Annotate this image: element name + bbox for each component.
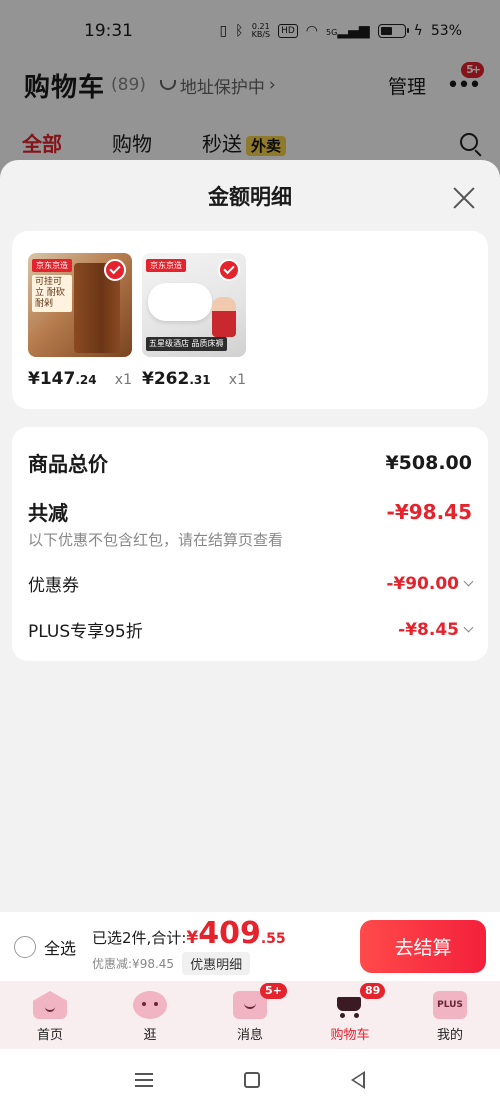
check-icon (104, 259, 126, 281)
chevron-down-icon (463, 622, 474, 633)
product-item[interactable]: 京东京造 五星级酒店 品质床褥 ¥262 .31 x1 (142, 253, 246, 389)
price-breakdown: 商品总价 ¥508.00 共减 -¥98.45 以下优惠不包含红包，请在结算页查… (12, 427, 488, 661)
total-price-value: ¥508.00 (385, 451, 472, 474)
plus-discount-row[interactable]: PLUS专享95折 -¥8.45 (28, 617, 474, 642)
discount-detail-button[interactable]: 优惠明细 (182, 951, 251, 975)
bottom-tab-bar: 首页 逛 5+ 消息 89 购物车 PLUS 我的 (0, 981, 500, 1049)
coupon-value: -¥90.00 (386, 573, 459, 594)
chevron-down-icon (463, 576, 474, 587)
cart-badge: 89 (360, 983, 386, 999)
selected-count-text: 已选2件,合计: (92, 928, 187, 947)
tabbar-label: 我的 (436, 1028, 463, 1043)
model-graphic (212, 297, 236, 337)
product-quantity: x1 (114, 372, 132, 388)
amount-detail-sheet: 金额明细 京东京造 可挂可立 耐砍耐剁 ¥147 .24 x1 京东京造 五星级… (0, 160, 500, 912)
tabbar-cart[interactable]: 89 购物车 (300, 981, 400, 1049)
product-price-decimal: .31 (189, 373, 211, 387)
total-line: 已选2件,合计: ¥ 409 .55 (92, 915, 286, 951)
brand-tag: 京东京造 (32, 259, 72, 272)
quilt-graphic (148, 283, 212, 321)
tabbar-label: 首页 (36, 1028, 63, 1043)
coupon-row[interactable]: 优惠券 -¥90.00 (28, 571, 474, 596)
product-quantity: x1 (228, 372, 246, 388)
select-all-label[interactable]: 全选 (44, 935, 76, 959)
brand-tag: 京东京造 (146, 259, 186, 272)
total-amount: 409 (198, 915, 261, 951)
browse-icon (133, 991, 167, 1019)
message-badge: 5+ (260, 983, 287, 999)
plus-discount-label: PLUS专享95折 (28, 622, 143, 642)
product-image-text: 可挂可立 耐砍耐剁 (32, 275, 72, 312)
product-price: ¥147 (28, 369, 76, 389)
total-discount-row: 共减 -¥98.45 (28, 497, 472, 526)
plus-discount-value: -¥8.45 (398, 619, 459, 640)
tabbar-label: 消息 (236, 1028, 263, 1043)
coupon-label: 优惠券 (28, 576, 79, 596)
total-currency: ¥ (186, 927, 199, 948)
checkout-button[interactable]: 去结算 (360, 920, 486, 973)
select-all-checkbox[interactable] (14, 935, 36, 958)
product-price-row: ¥147 .24 x1 (28, 369, 132, 389)
product-image: 京东京造 可挂可立 耐砍耐剁 (28, 253, 132, 357)
tabbar-home[interactable]: 首页 (0, 981, 100, 1049)
total-discount-value: -¥98.45 (386, 499, 472, 524)
tabbar-messages[interactable]: 5+ 消息 (200, 981, 300, 1049)
recent-apps-icon[interactable] (135, 1073, 154, 1087)
product-image: 京东京造 五星级酒店 品质床褥 (142, 253, 246, 357)
tabbar-mine[interactable]: PLUS 我的 (400, 981, 500, 1049)
discount-amount: 优惠减:¥98.45 (92, 956, 175, 971)
sheet-title: 金额明细 (208, 185, 292, 209)
back-icon[interactable] (350, 1071, 365, 1089)
product-price-decimal: .24 (75, 373, 97, 387)
product-price-row: ¥262 .31 x1 (142, 369, 246, 389)
product-item[interactable]: 京东京造 可挂可立 耐砍耐剁 ¥147 .24 x1 (28, 253, 132, 389)
total-price-row: 商品总价 ¥508.00 (28, 448, 472, 477)
checkout-bar: 全选 已选2件,合计: ¥ 409 .55 优惠减:¥98.45 优惠明细 去结… (0, 912, 500, 981)
total-discount-label: 共减 (28, 501, 68, 525)
total-price-label: 商品总价 (28, 452, 108, 476)
sheet-header: 金额明细 (0, 160, 500, 232)
product-price: ¥262 (142, 369, 190, 389)
discount-note: 以下优惠不包含红包，请在结算页查看 (28, 531, 284, 549)
system-nav-bar (0, 1049, 500, 1111)
home-button-icon[interactable] (243, 1072, 260, 1088)
discount-line: 优惠减:¥98.45 优惠明细 (92, 951, 286, 975)
check-icon (218, 259, 240, 281)
product-image-text: 五星级酒店 品质床褥 (146, 337, 227, 351)
plus-member-icon: PLUS (433, 991, 467, 1019)
total-amount-decimal: .55 (260, 930, 286, 947)
tabbar-label: 逛 (143, 1028, 157, 1043)
home-icon (33, 991, 67, 1019)
tabbar-browse[interactable]: 逛 (100, 981, 200, 1049)
selected-products: 京东京造 可挂可立 耐砍耐剁 ¥147 .24 x1 京东京造 五星级酒店 品质… (12, 231, 488, 409)
close-icon[interactable] (452, 185, 476, 209)
tabbar-label: 购物车 (330, 1028, 370, 1043)
order-summary: 已选2件,合计: ¥ 409 .55 优惠减:¥98.45 优惠明细 (92, 915, 286, 975)
